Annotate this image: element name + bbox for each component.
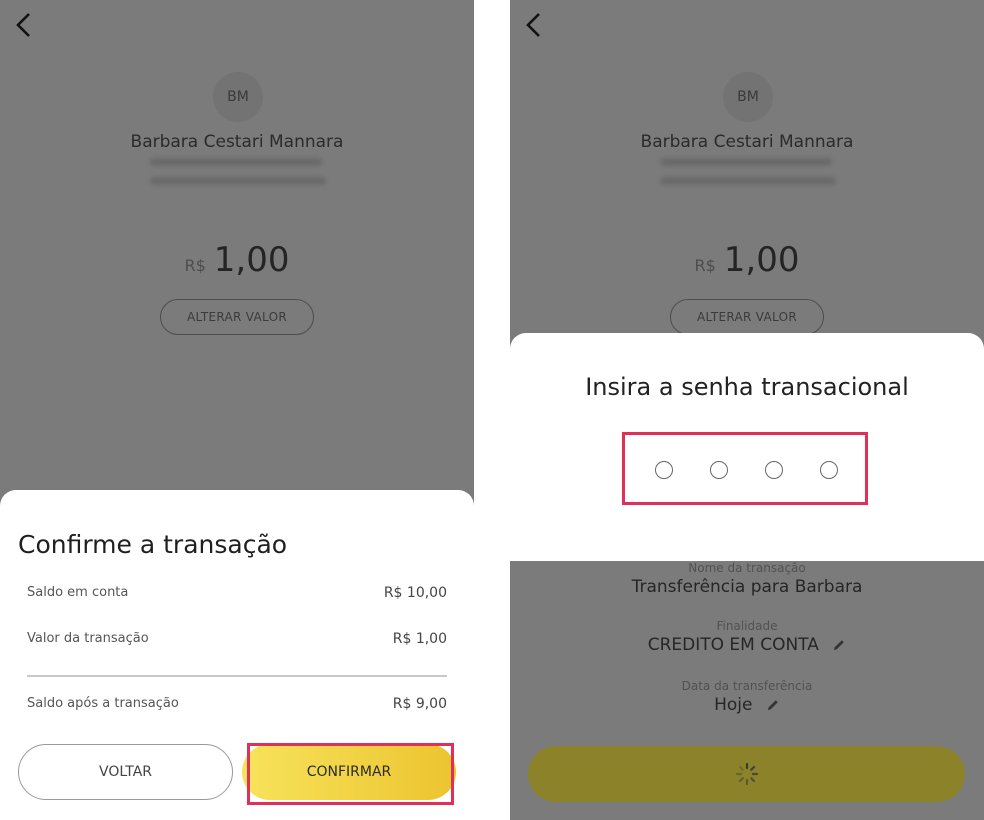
blurred-account-info bbox=[150, 158, 322, 166]
alter-value-button[interactable]: ALTERAR VALOR bbox=[670, 299, 824, 335]
pin-modal: Insira a senha transacional bbox=[510, 333, 984, 561]
back-action-button[interactable]: VOLTAR bbox=[18, 744, 233, 800]
amount-currency: R$ bbox=[184, 256, 206, 275]
confirm-transaction-screen: BM Barbara Cestari Mannara R$ 1,00 ALTER… bbox=[0, 0, 474, 820]
transaction-name: Transferência para Barbara bbox=[631, 577, 863, 597]
avatar: BM bbox=[723, 72, 773, 122]
loading-spinner-icon bbox=[735, 762, 758, 786]
date-label: Data da transferência bbox=[681, 679, 813, 693]
blurred-account-info bbox=[660, 158, 832, 166]
blurred-bank-info bbox=[660, 177, 836, 185]
avatar: BM bbox=[213, 72, 263, 122]
blurred-bank-info bbox=[150, 177, 326, 185]
purpose-value: CREDITO EM CONTA bbox=[647, 635, 819, 655]
summary-divider bbox=[27, 675, 447, 677]
amount-value: 1,00 bbox=[213, 240, 290, 280]
purpose-label: Finalidade bbox=[716, 619, 778, 633]
amount-currency: R$ bbox=[694, 256, 716, 275]
summary-label: Saldo após a transação bbox=[27, 696, 179, 711]
back-button[interactable] bbox=[522, 10, 546, 40]
alter-value-button[interactable]: ALTERAR VALOR bbox=[160, 299, 314, 335]
back-button[interactable] bbox=[12, 10, 36, 40]
summary-label: Valor da transação bbox=[27, 631, 149, 646]
chevron-left-icon bbox=[526, 13, 540, 37]
pin-highlight-box bbox=[622, 432, 868, 505]
pencil-icon[interactable] bbox=[766, 698, 780, 712]
payee-name: Barbara Cestari Mannara bbox=[640, 132, 854, 152]
summary-row-balance-after: Saldo após a transação R$ 9,00 bbox=[27, 696, 447, 712]
amount-value: 1,00 bbox=[723, 240, 800, 280]
confirm-highlight-box bbox=[247, 743, 454, 805]
summary-value: R$ 10,00 bbox=[383, 585, 447, 601]
chevron-left-icon bbox=[16, 13, 30, 37]
summary-label: Saldo em conta bbox=[27, 585, 129, 600]
summary-row-transaction-value: Valor da transação R$ 1,00 bbox=[27, 631, 447, 647]
purpose-row: CREDITO EM CONTA bbox=[510, 635, 984, 655]
submit-button-loading[interactable] bbox=[528, 746, 965, 802]
summary-value: R$ 9,00 bbox=[392, 696, 447, 712]
confirm-transaction-sheet: Confirme a transação Saldo em conta R$ 1… bbox=[0, 490, 474, 820]
summary-value: R$ 1,00 bbox=[392, 631, 447, 647]
pencil-icon[interactable] bbox=[832, 638, 846, 652]
amount-display: R$ 1,00 bbox=[510, 240, 984, 280]
date-row: Hoje bbox=[510, 695, 984, 715]
transaction-password-screen: BM Barbara Cestari Mannara R$ 1,00 ALTER… bbox=[510, 0, 984, 820]
transaction-name-label: Nome da transação bbox=[688, 561, 806, 575]
amount-display: R$ 1,00 bbox=[0, 240, 474, 280]
date-value: Hoje bbox=[714, 695, 753, 715]
pin-modal-title: Insira a senha transacional bbox=[585, 373, 909, 401]
sheet-title: Confirme a transação bbox=[18, 530, 288, 559]
payee-name: Barbara Cestari Mannara bbox=[130, 132, 344, 152]
summary-row-balance: Saldo em conta R$ 10,00 bbox=[27, 585, 447, 601]
